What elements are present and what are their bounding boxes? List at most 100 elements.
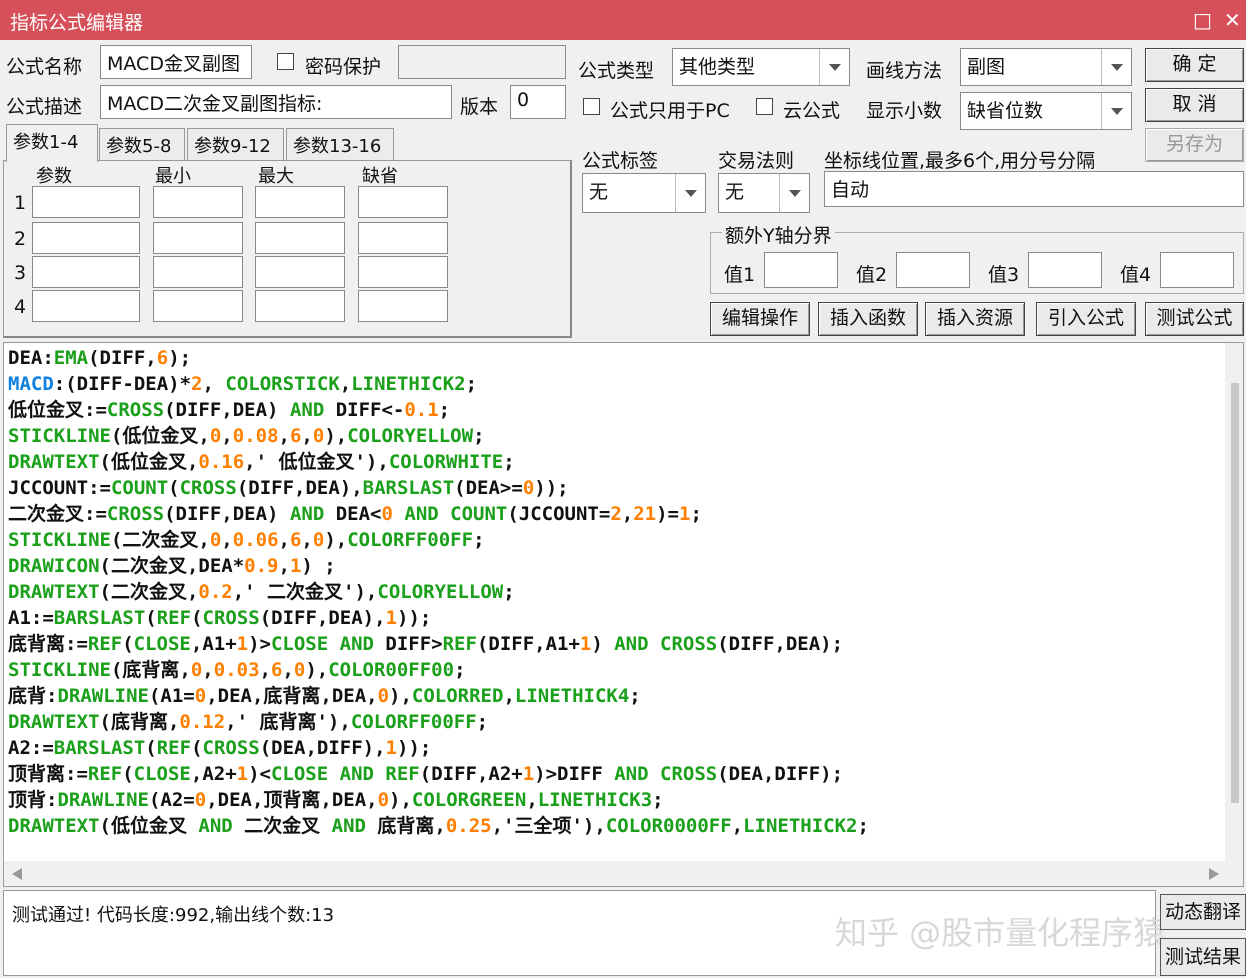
chevron-down-icon[interactable] [675, 174, 705, 212]
code-line[interactable]: DEA:EMA(DIFF,6); [8, 345, 869, 371]
chevron-down-icon[interactable] [779, 174, 809, 212]
insert-function-button[interactable]: 插入函数 [818, 302, 918, 336]
param-default-input[interactable] [358, 222, 448, 254]
decimals-select[interactable]: 缺省位数 [960, 92, 1132, 130]
code-line[interactable]: DRAWTEXT(二次金叉,0.2,' 二次金叉'),COLORYELLOW; [8, 579, 869, 605]
y-value-2-input[interactable] [896, 252, 970, 288]
tab-params-13-16[interactable]: 参数13-16 [286, 128, 394, 160]
code-token: CLOSE [270, 763, 329, 785]
param-name-input[interactable] [32, 222, 140, 254]
code-line[interactable]: 底背:DRAWLINE(A1=0,DEA,底背离,DEA,0),COLORRED… [8, 683, 869, 709]
pc-only-checkbox[interactable] [583, 98, 600, 115]
code-line[interactable]: A2:=BARSLAST(REF(CROSS(DEA,DIFF),1)); [8, 735, 869, 761]
version-input[interactable]: 0 [510, 85, 566, 119]
code-line[interactable]: 顶背离:=REF(CLOSE,A2+1)<CLOSE AND REF(DIFF,… [8, 761, 869, 787]
formula-type-select[interactable]: 其他类型 [672, 48, 850, 86]
password-checkbox[interactable] [277, 53, 294, 70]
test-result-button[interactable]: 测试结果 [1160, 938, 1246, 976]
pc-only-label: 公式只用于PC [610, 100, 730, 122]
cancel-button[interactable]: 取 消 [1145, 88, 1244, 122]
code-token: 0 [377, 685, 390, 707]
param-default-input[interactable] [358, 256, 448, 288]
param-min-input[interactable] [153, 290, 243, 322]
code-token: 21 [633, 503, 657, 525]
y-value-3-input[interactable] [1028, 252, 1102, 288]
param-min-input[interactable] [153, 186, 243, 218]
coord-line-input[interactable]: 自动 [824, 171, 1244, 207]
param-default-input[interactable] [358, 186, 448, 218]
code-token: ; [503, 451, 515, 473]
tab-params-5-8[interactable]: 参数5-8 [99, 128, 185, 160]
chevron-down-icon[interactable] [1101, 93, 1131, 129]
code-token: (DIFF,DEA), [236, 477, 363, 499]
code-line[interactable]: A1:=BARSLAST(REF(CROSS(DIFF,DEA),1)); [8, 605, 869, 631]
param-default-input[interactable] [358, 290, 448, 322]
code-token: COLORFF00FF [350, 711, 477, 733]
chevron-down-icon[interactable] [1101, 49, 1131, 85]
code-line[interactable]: MACD:(DIFF-DEA)*2, COLORSTICK,LINETHICK2… [8, 371, 869, 397]
code-editor[interactable]: DEA:EMA(DIFF,6); MACD:(DIFF-DEA)*2, COLOR… [3, 342, 1244, 887]
tab-params-9-12[interactable]: 参数9-12 [187, 128, 284, 160]
code-token: (低位金叉 [99, 815, 199, 837]
formula-tag-select[interactable]: 无 [582, 173, 706, 213]
code-line[interactable]: STICKLINE(底背离,0,0.03,6,0),COLOR00FF00; [8, 657, 869, 683]
code-text[interactable]: DEA:EMA(DIFF,6); MACD:(DIFF-DEA)*2, COLOR… [8, 345, 869, 839]
cloud-checkbox[interactable] [756, 98, 773, 115]
code-line[interactable]: 低位金叉:=CROSS(DIFF,DEA) AND DIFF<-0.1; [8, 397, 869, 423]
chevron-down-icon[interactable] [819, 49, 849, 85]
code-line[interactable]: DRAWTEXT(低位金叉 AND 二次金叉 AND 底背离,0.25,'三全项… [8, 813, 869, 839]
code-line[interactable]: JCCOUNT:=COUNT(CROSS(DIFF,DEA),BARSLAST(… [8, 475, 869, 501]
code-line[interactable]: 二次金叉:=CROSS(DIFF,DEA) AND DEA<0 AND COUN… [8, 501, 869, 527]
scroll-right-icon[interactable] [1209, 868, 1219, 880]
code-token: DEA: [8, 347, 54, 369]
formula-name-input[interactable]: MACD金叉副图 [100, 45, 252, 79]
param-name-input[interactable] [32, 186, 140, 218]
code-token: 0.06 [232, 529, 279, 551]
code-token: ,'三全项'), [491, 815, 606, 837]
import-formula-button[interactable]: 引入公式 [1036, 302, 1136, 336]
ok-button[interactable]: 确 定 [1145, 48, 1244, 82]
code-token: 低位金叉:= [8, 399, 107, 421]
code-token: 0 [312, 425, 325, 447]
y-value-4-input[interactable] [1160, 252, 1234, 288]
param-max-input[interactable] [255, 290, 345, 322]
horizontal-scrollbar[interactable] [4, 861, 1243, 886]
code-token: (底背离, [99, 711, 180, 733]
scroll-left-icon[interactable] [12, 868, 22, 880]
draw-method-select[interactable]: 副图 [960, 48, 1132, 86]
test-formula-button[interactable]: 测试公式 [1145, 302, 1244, 336]
code-token: , [503, 685, 515, 707]
param-name-input[interactable] [32, 290, 140, 322]
code-line[interactable]: DRAWTEXT(低位金叉,0.16,' 低位金叉'),COLORWHITE; [8, 449, 869, 475]
scrollbar-thumb[interactable] [1231, 383, 1239, 803]
code-line[interactable]: 顶背:DRAWLINE(A2=0,DEA,顶背离,DEA,0),COLORGRE… [8, 787, 869, 813]
close-icon[interactable]: ✕ [1224, 8, 1241, 32]
code-token: , [202, 373, 226, 395]
code-token: CROSS [106, 503, 165, 525]
dynamic-translate-button[interactable]: 动态翻译 [1160, 894, 1246, 930]
code-token: 0.1 [404, 399, 439, 421]
code-line[interactable]: DRAWICON(二次金叉,DEA*0.9,1) ; [8, 553, 869, 579]
insert-resource-button[interactable]: 插入资源 [925, 302, 1025, 336]
trade-rule-select[interactable]: 无 [718, 173, 810, 213]
maximize-icon[interactable]: □ [1193, 8, 1212, 32]
param-name-input[interactable] [32, 256, 140, 288]
code-token: ; [857, 815, 869, 837]
code-token: 二次金叉 [232, 815, 332, 837]
y-value-1-input[interactable] [764, 252, 838, 288]
code-line[interactable]: DRAWTEXT(底背离,0.12,' 底背离'),COLORFF00FF; [8, 709, 869, 735]
code-line[interactable]: STICKLINE(二次金叉,0,0.06,6,0),COLORFF00FF; [8, 527, 869, 553]
code-line[interactable]: STICKLINE(低位金叉,0,0.08,6,0),COLORYELLOW; [8, 423, 869, 449]
param-max-input[interactable] [255, 222, 345, 254]
param-max-input[interactable] [255, 186, 345, 218]
param-min-input[interactable] [153, 256, 243, 288]
formula-desc-input[interactable]: MACD二次金叉副图指标: [100, 85, 452, 119]
param-min-input[interactable] [153, 222, 243, 254]
param-max-input[interactable] [255, 256, 345, 288]
code-token: ), [305, 659, 329, 681]
vertical-scrollbar[interactable] [1225, 343, 1243, 886]
code-line[interactable]: 底背离:=REF(CLOSE,A1+1)>CLOSE AND DIFF>REF(… [8, 631, 869, 657]
tab-params-1-4[interactable]: 参数1-4 [6, 124, 98, 162]
edit-operations-button[interactable]: 编辑操作 [710, 302, 810, 336]
